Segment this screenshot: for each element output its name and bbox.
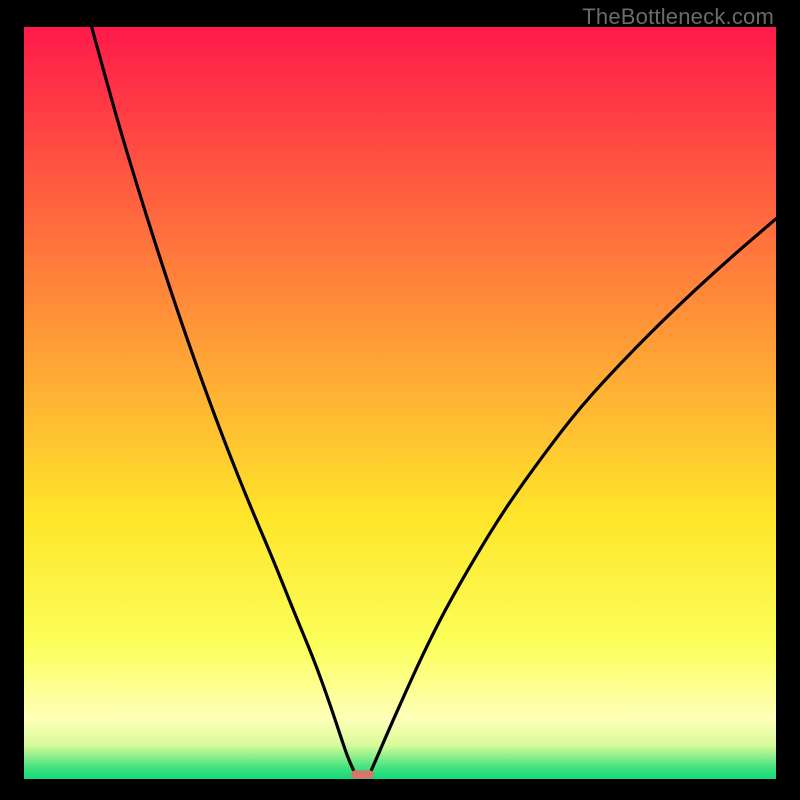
gradient-background (24, 27, 776, 779)
chart-frame (24, 27, 776, 779)
minimum-marker (351, 770, 374, 778)
bottleneck-chart (24, 27, 776, 779)
